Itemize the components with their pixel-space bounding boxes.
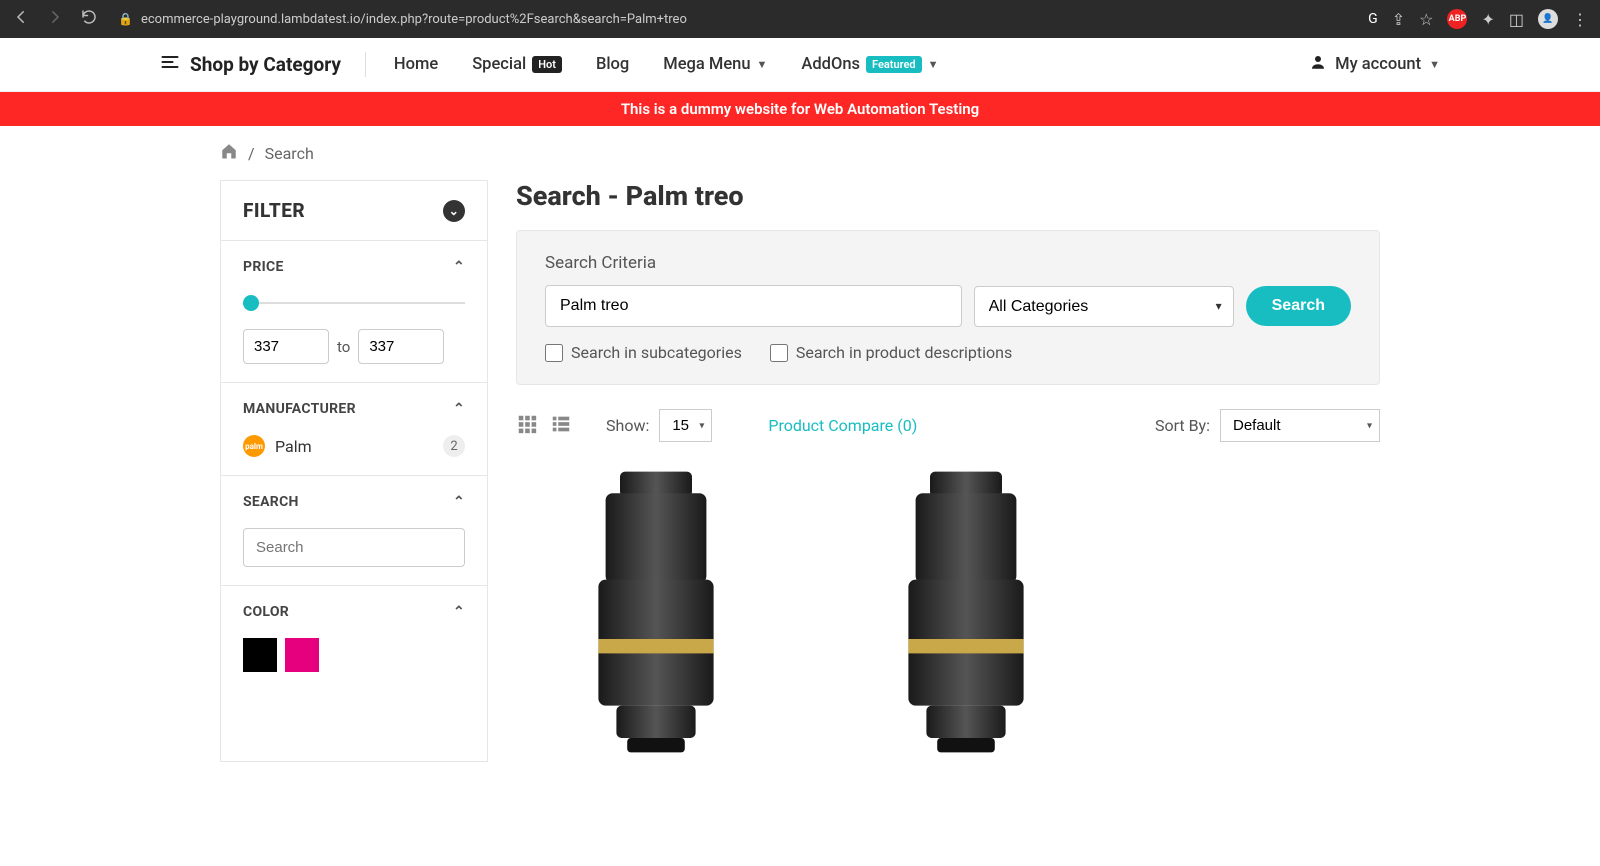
chevron-up-icon: ⌃	[453, 259, 465, 275]
user-icon	[1309, 53, 1327, 76]
filter-price: PRICE ⌃ to	[221, 240, 487, 382]
subcategories-checkbox[interactable]: Search in subcategories	[545, 343, 742, 362]
chevron-down-icon: ▼	[928, 58, 939, 71]
main-content: Search - Palm treo Search Criteria All C…	[516, 180, 1380, 762]
category-select[interactable]: All Categories	[974, 286, 1234, 327]
star-icon[interactable]: ☆	[1419, 10, 1433, 29]
chevron-up-icon: ⌃	[453, 604, 465, 620]
filter-manufacturer: MANUFACTURER ⌃ palm Palm 2	[221, 382, 487, 475]
slider-handle[interactable]	[243, 295, 259, 311]
sort-select[interactable]: Default	[1220, 409, 1380, 442]
manufacturer-count: 2	[443, 435, 465, 457]
home-icon[interactable]	[220, 142, 238, 164]
grid-view-icon[interactable]	[516, 413, 538, 439]
nav-mega-menu[interactable]: Mega Menu ▼	[663, 55, 767, 74]
shop-by-label: Shop by Category	[190, 53, 341, 76]
filter-header[interactable]: FILTER ⌄	[221, 181, 487, 240]
color-swatch-black[interactable]	[243, 638, 277, 672]
price-slider[interactable]	[243, 293, 465, 313]
filter-search: SEARCH ⌃	[221, 475, 487, 585]
dummy-banner: This is a dummy website for Web Automati…	[0, 92, 1600, 126]
sort-label: Sort By:	[1155, 416, 1210, 435]
chevron-up-icon: ⌃	[453, 494, 465, 510]
filter-search-head[interactable]: SEARCH ⌃	[243, 494, 465, 510]
hot-badge: Hot	[532, 56, 562, 73]
browser-chrome: 🔒 ecommerce-playground.lambdatest.io/ind…	[0, 0, 1600, 38]
camera-lens-image	[566, 468, 746, 756]
google-icon[interactable]: G	[1368, 11, 1378, 27]
search-keyword-input[interactable]	[545, 285, 962, 327]
forward-icon[interactable]	[46, 8, 64, 30]
palm-logo: palm	[243, 435, 265, 457]
extensions-icon[interactable]: ✦	[1481, 10, 1494, 29]
search-criteria-panel: Search Criteria All Categories ▾ Search …	[516, 230, 1380, 385]
back-icon[interactable]	[12, 8, 30, 30]
nav-addons[interactable]: AddOns Featured ▼	[801, 55, 938, 74]
page-title: Search - Palm treo	[516, 180, 1380, 212]
show-label: Show:	[606, 416, 649, 435]
nav-account[interactable]: My account ▼	[1309, 53, 1440, 76]
filter-color-head[interactable]: COLOR ⌃	[243, 604, 465, 620]
lock-icon: 🔒	[118, 12, 133, 26]
url-bar[interactable]: 🔒 ecommerce-playground.lambdatest.io/ind…	[118, 12, 1348, 27]
color-swatch-pink[interactable]	[285, 638, 319, 672]
results-toolbar: Show: 15 ▾ Product Compare (0) Sort By: …	[516, 405, 1380, 462]
chevron-down-icon: ⌄	[443, 200, 465, 222]
chevron-down-icon: ▼	[1429, 58, 1440, 71]
price-to-label: to	[337, 338, 350, 356]
shop-by-category[interactable]: Shop by Category	[160, 52, 366, 77]
filter-sidebar: FILTER ⌄ PRICE ⌃ to	[220, 180, 488, 762]
breadcrumb-sep: /	[248, 144, 255, 163]
search-button[interactable]: Search	[1246, 286, 1351, 326]
nav-special[interactable]: Special Hot	[472, 55, 562, 74]
camera-lens-image	[876, 468, 1056, 756]
product-compare-link[interactable]: Product Compare (0)	[768, 416, 917, 435]
product-card[interactable]	[826, 462, 1106, 762]
product-card[interactable]	[516, 462, 796, 762]
filter-manufacturer-head[interactable]: MANUFACTURER ⌃	[243, 401, 465, 417]
featured-badge: Featured	[866, 56, 922, 73]
panel-icon[interactable]: ◫	[1509, 10, 1524, 29]
hamburger-icon	[160, 52, 180, 77]
chevron-up-icon: ⌃	[453, 401, 465, 417]
list-view-icon[interactable]	[550, 413, 572, 439]
reload-icon[interactable]	[80, 8, 98, 30]
manufacturer-palm[interactable]: palm Palm 2	[243, 435, 465, 457]
nav-blog[interactable]: Blog	[596, 55, 629, 74]
price-max-input[interactable]	[358, 329, 444, 364]
abp-icon[interactable]: ABP	[1447, 9, 1467, 29]
chevron-down-icon: ▼	[757, 58, 768, 71]
top-nav: Shop by Category Home Special Hot Blog M…	[0, 38, 1600, 92]
price-min-input[interactable]	[243, 329, 329, 364]
nav-home[interactable]: Home	[394, 55, 438, 74]
share-icon[interactable]: ⇪	[1392, 10, 1405, 29]
search-criteria-label: Search Criteria	[545, 253, 1351, 273]
sidebar-search-input[interactable]	[243, 528, 465, 567]
filter-price-head[interactable]: PRICE ⌃	[243, 259, 465, 275]
descriptions-checkbox[interactable]: Search in product descriptions	[770, 343, 1012, 362]
url-text: ecommerce-playground.lambdatest.io/index…	[141, 12, 687, 27]
product-grid	[516, 462, 1380, 762]
filter-color: COLOR ⌃	[221, 585, 487, 690]
breadcrumb-search[interactable]: Search	[265, 144, 314, 163]
chrome-menu-icon[interactable]: ⋮	[1572, 10, 1588, 29]
show-select[interactable]: 15	[659, 409, 712, 442]
breadcrumb: / Search	[220, 126, 1380, 180]
profile-avatar[interactable]: 👤	[1538, 9, 1558, 29]
